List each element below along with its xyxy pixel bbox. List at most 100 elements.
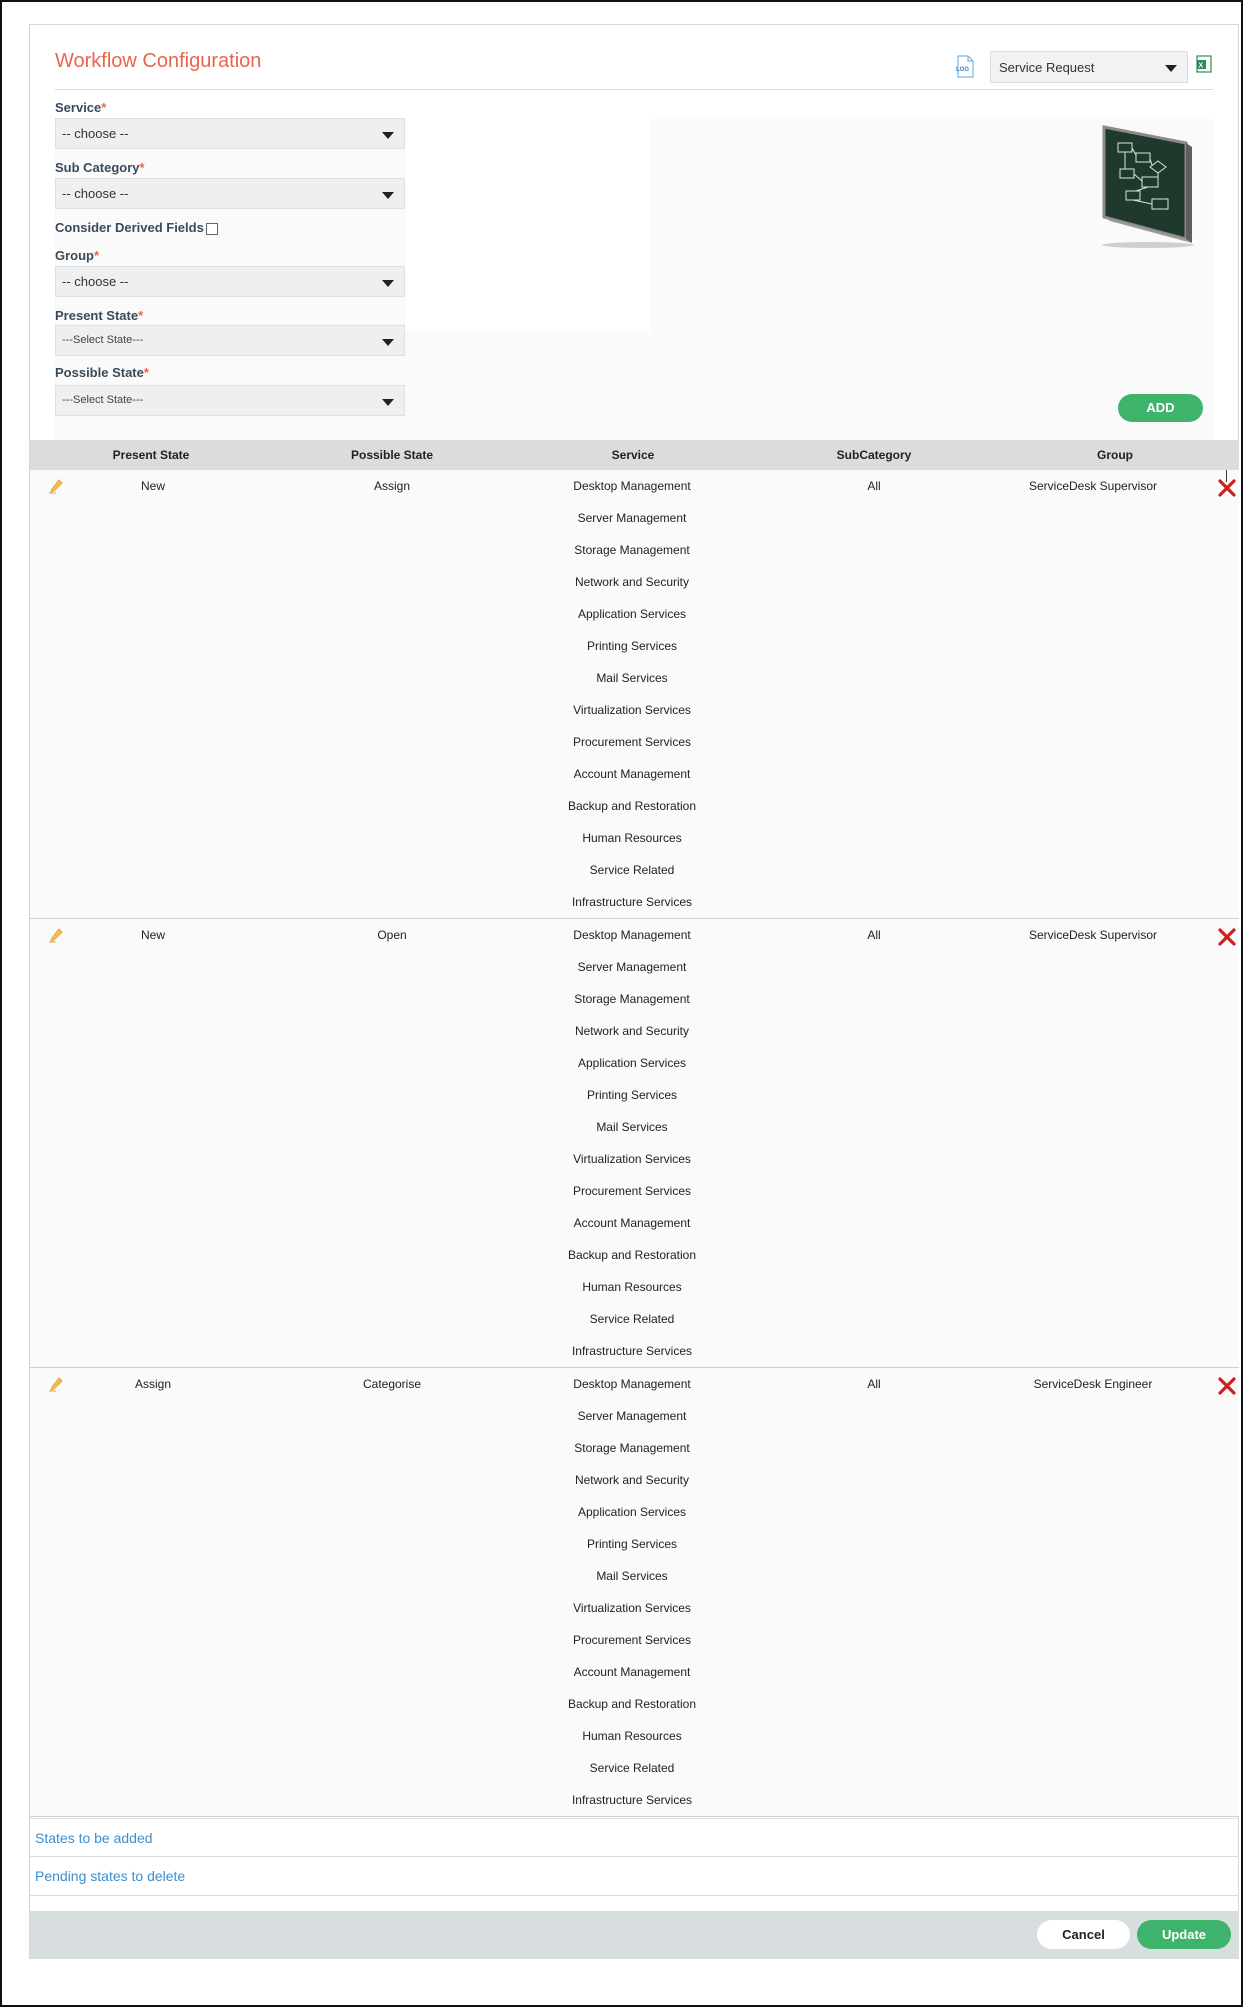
present-state-select[interactable]: ---Select State--- (55, 325, 405, 356)
edit-pencil-icon[interactable] (48, 478, 64, 494)
subcategory-cell: All (867, 928, 881, 942)
page-title: Workflow Configuration (55, 50, 262, 72)
service-list: Desktop Management Server Management Sto… (568, 928, 696, 1376)
edit-pencil-icon[interactable] (48, 927, 64, 943)
service-item: Desktop Management (573, 479, 691, 493)
service-item: Procurement Services (572, 735, 692, 749)
service-item: Account Management (573, 767, 691, 781)
footer-bar: Cancel Update (30, 1911, 1239, 1959)
service-item: Server Management (577, 1409, 687, 1423)
workflow-config-panel: Workflow Configuration LOG Service Reque… (29, 24, 1239, 1959)
service-list: Desktop Management Server Management Sto… (568, 479, 696, 927)
service-item: Server Management (577, 511, 687, 525)
possible-state-cell: Categorise (362, 1377, 422, 1391)
service-item: Virtualization Services (573, 1601, 691, 1615)
service-item: Printing Services (586, 1537, 678, 1551)
request-type-value: Service Request (999, 60, 1095, 75)
chevron-down-icon (382, 132, 394, 139)
table-row: New Open Desktop Management Server Manag… (30, 919, 1239, 1368)
chevron-down-icon (1165, 65, 1177, 72)
service-item: Storage Management (574, 1441, 690, 1455)
request-type-select[interactable]: Service Request (990, 51, 1188, 83)
service-item: Network and Security (574, 1473, 690, 1487)
service-label: Service* (55, 100, 107, 115)
present-state-cell: New (140, 928, 166, 942)
service-item: Storage Management (574, 992, 690, 1006)
service-item: Network and Security (574, 575, 690, 589)
present-state-label: Present State* (55, 308, 144, 323)
service-item: Procurement Services (572, 1184, 692, 1198)
group-cell: ServiceDesk Engineer (1033, 1377, 1153, 1391)
table-row: New Assign Desktop Management Server Man… (30, 470, 1239, 919)
svg-text:X: X (1199, 63, 1204, 70)
service-item: Desktop Management (573, 928, 691, 942)
possible-state-cell: Open (377, 928, 407, 942)
states-to-add-row: States to be added (30, 1818, 1239, 1857)
service-item: Application Services (577, 1505, 687, 1519)
service-item: Application Services (577, 607, 687, 621)
add-button[interactable]: ADD (1118, 394, 1203, 422)
possible-state-select[interactable]: ---Select State--- (55, 385, 405, 416)
log-icon[interactable]: LOG (954, 55, 976, 79)
group-cell: ServiceDesk Supervisor (1028, 928, 1158, 942)
group-label: Group* (55, 248, 100, 263)
delete-x-icon[interactable] (1217, 478, 1237, 498)
states-to-add-link[interactable]: States to be added (35, 1830, 153, 1846)
workflow-table-body: New Assign Desktop Management Server Man… (30, 470, 1239, 1817)
service-item: Service Related (589, 1312, 675, 1326)
subcategory-select[interactable]: -- choose -- (55, 178, 405, 209)
service-item: Server Management (577, 960, 687, 974)
service-item: Mail Services (596, 1120, 668, 1134)
service-item: Printing Services (586, 639, 678, 653)
derived-fields-label: Consider Derived Fields (55, 220, 204, 235)
service-item: Account Management (573, 1216, 691, 1230)
service-item: Storage Management (574, 543, 690, 557)
service-item: Human Resources (582, 1729, 682, 1743)
subcategory-select-value: -- choose -- (62, 186, 129, 201)
chevron-down-icon (382, 280, 394, 287)
service-item: Application Services (577, 1056, 687, 1070)
svg-text:LOG: LOG (956, 67, 969, 73)
possible-state-cell: Assign (373, 479, 411, 493)
form-spacer (405, 119, 650, 332)
derived-fields-checkbox[interactable] (206, 223, 218, 235)
header-divider (55, 89, 1213, 90)
possible-state-label: Possible State* (55, 365, 149, 380)
service-item: Backup and Restoration (567, 1248, 697, 1262)
delete-x-icon[interactable] (1217, 1376, 1237, 1396)
service-select-value: -- choose -- (62, 126, 129, 141)
service-item: Procurement Services (572, 1633, 692, 1647)
delete-x-icon[interactable] (1217, 927, 1237, 947)
group-cell: ServiceDesk Supervisor (1028, 479, 1158, 493)
service-list: Desktop Management Server Management Sto… (568, 1377, 696, 1825)
possible-state-select-value: ---Select State--- (62, 394, 144, 406)
service-item: Human Resources (582, 1280, 682, 1294)
service-item: Service Related (589, 1761, 675, 1775)
subcategory-cell: All (867, 1377, 881, 1391)
service-item: Desktop Management (573, 1377, 691, 1391)
service-item: Human Resources (582, 831, 682, 845)
service-item: Virtualization Services (573, 1152, 691, 1166)
service-select[interactable]: -- choose -- (55, 118, 405, 149)
chevron-down-icon (382, 339, 394, 346)
subcategory-cell: All (867, 479, 881, 493)
col-present-state: Present State (112, 448, 190, 462)
group-select[interactable]: -- choose -- (55, 266, 405, 297)
present-state-select-value: ---Select State--- (62, 334, 144, 346)
service-item: Network and Security (574, 1024, 690, 1038)
pending-delete-row: Pending states to delete (30, 1857, 1239, 1896)
service-item: Account Management (573, 1665, 691, 1679)
excel-export-icon[interactable]: X (1196, 55, 1212, 73)
col-service: Service (611, 448, 655, 462)
pending-delete-link[interactable]: Pending states to delete (35, 1868, 185, 1884)
cancel-button[interactable]: Cancel (1037, 1920, 1130, 1949)
workflow-board-illustration (1102, 125, 1194, 248)
update-button[interactable]: Update (1137, 1920, 1231, 1949)
service-item: Service Related (589, 863, 675, 877)
edit-pencil-icon[interactable] (48, 1376, 64, 1392)
table-header: Present State Possible State Service Sub… (30, 440, 1239, 470)
present-state-cell: New (140, 479, 166, 493)
service-item: Backup and Restoration (567, 1697, 697, 1711)
group-select-value: -- choose -- (62, 274, 129, 289)
service-item: Mail Services (596, 671, 668, 685)
